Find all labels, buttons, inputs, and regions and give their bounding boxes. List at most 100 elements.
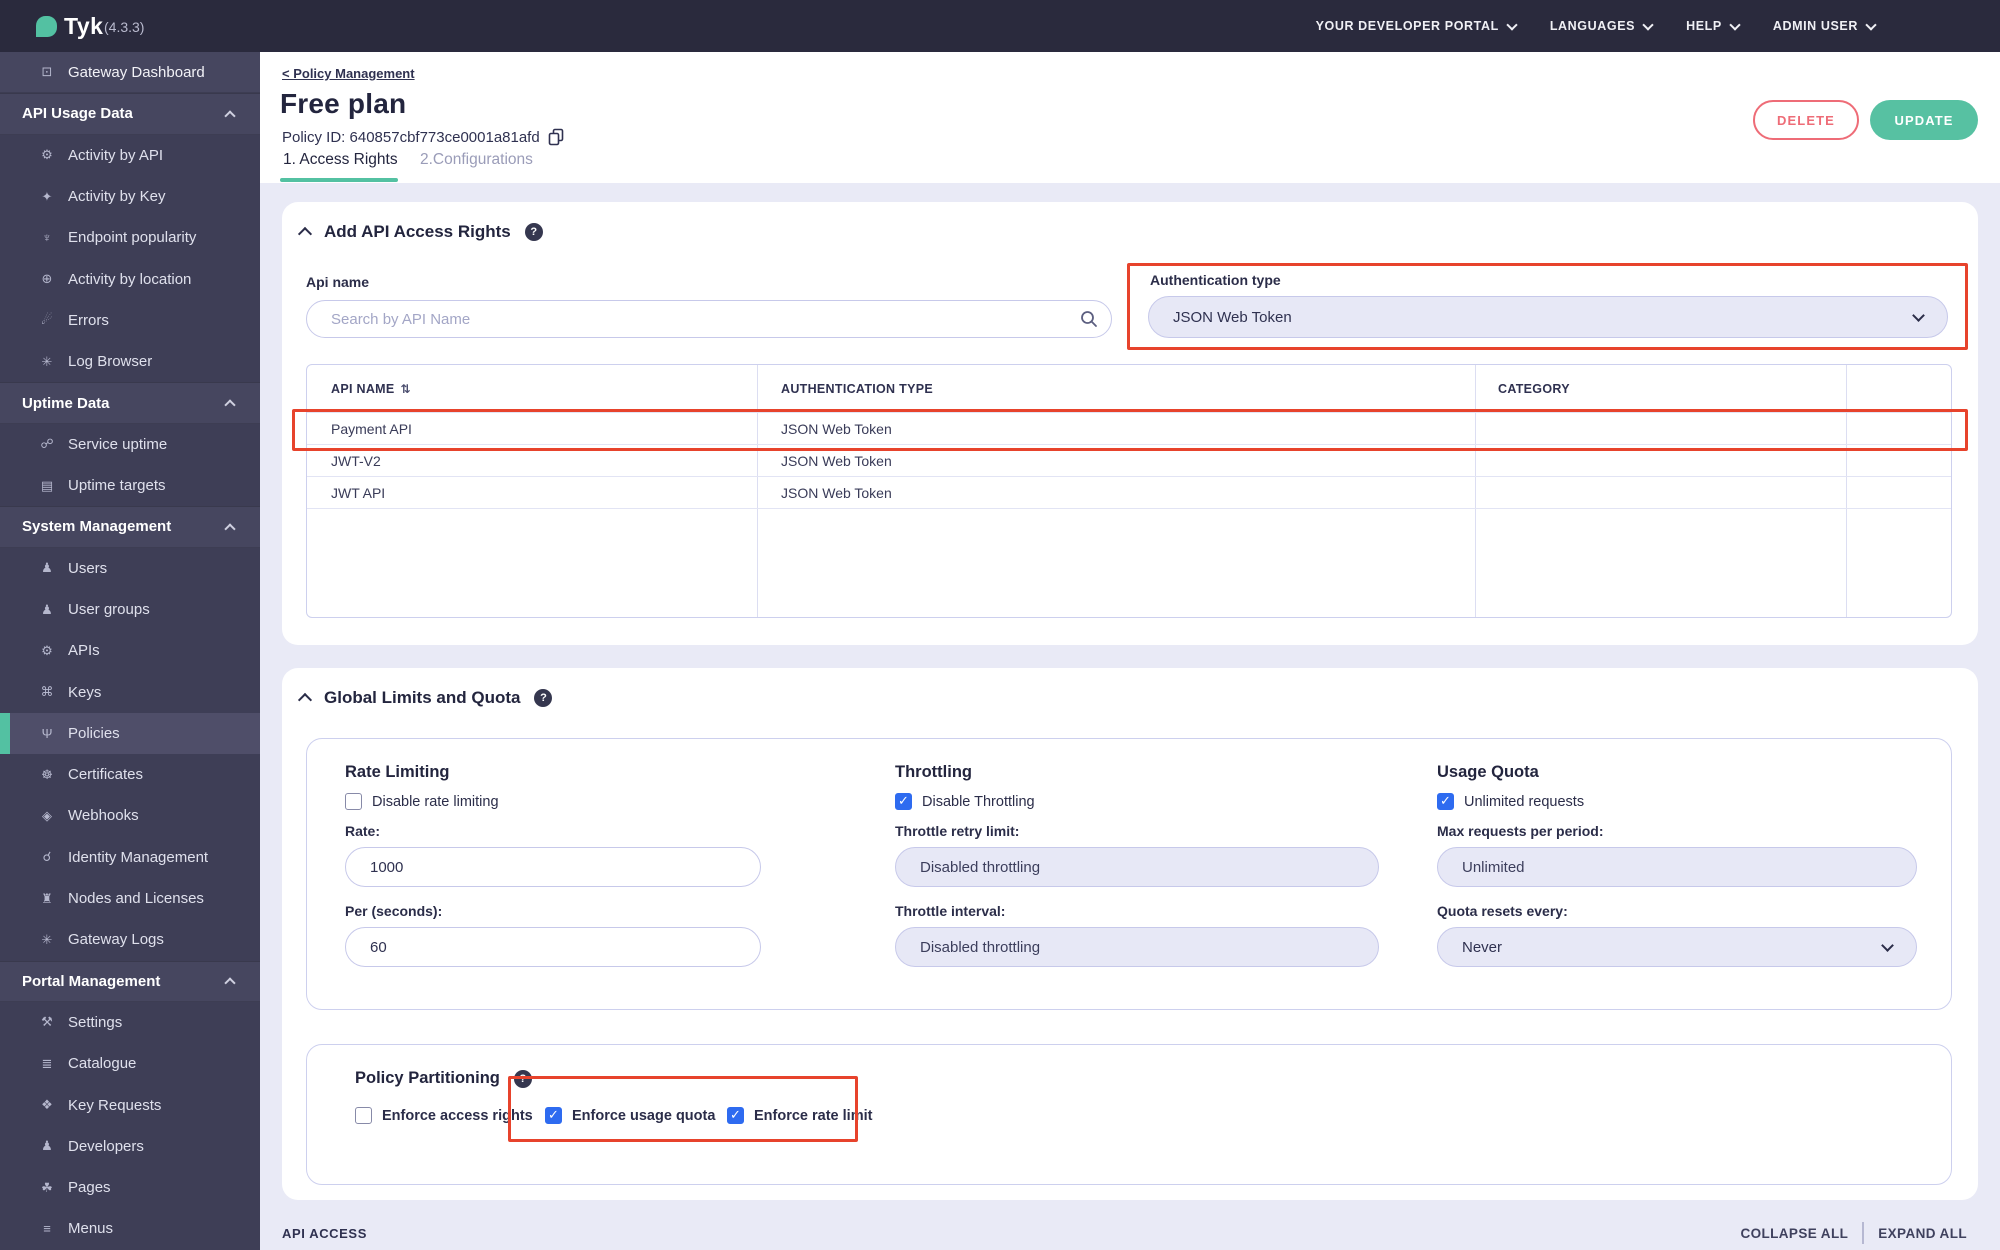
sidebar-item-users[interactable]: ♟ Users xyxy=(0,548,260,589)
unlimited-requests-row[interactable]: Unlimited requests xyxy=(1437,793,1584,810)
top-bar: Tyk (4.3.3) YOUR DEVELOPER PORTAL LANGUA… xyxy=(0,0,2000,52)
table-row-jwt-v2[interactable]: JWT-V2 JSON Web Token xyxy=(307,444,1951,476)
sidebar-item-certificates[interactable]: ☸ Certificates xyxy=(0,754,260,795)
sidebar-item-user-groups[interactable]: ♟ User groups xyxy=(0,589,260,630)
collapse-all-button[interactable]: COLLAPSE ALL xyxy=(1740,1226,1848,1241)
api-name-label: Api name xyxy=(306,274,370,290)
sidebar-section-uptime-data[interactable]: Uptime Data xyxy=(0,382,260,424)
nav-languages[interactable]: LANGUAGES xyxy=(1550,18,1654,33)
delete-button[interactable]: DELETE xyxy=(1753,100,1859,140)
collapse-chevron-icon[interactable] xyxy=(297,226,313,242)
table-row-payment-api[interactable]: Payment API JSON Web Token xyxy=(307,412,1951,444)
api-search-input[interactable] xyxy=(306,300,1112,338)
sidebar-item-service-uptime[interactable]: ☍ Service uptime xyxy=(0,424,260,465)
sidebar-item-menus[interactable]: ≡ Menus xyxy=(0,1208,260,1249)
fingerprint-icon: ☌ xyxy=(42,849,52,865)
enforce-rate-limit-row[interactable]: Enforce rate limit xyxy=(727,1107,872,1124)
nav-admin-user[interactable]: ADMIN USER xyxy=(1773,18,1877,33)
sidebar-item-developers[interactable]: ♟ Developers xyxy=(0,1126,260,1167)
max-requests-input xyxy=(1437,847,1917,887)
sidebar-item-apis[interactable]: ⚙ APIs xyxy=(0,630,260,671)
chevron-up-icon xyxy=(224,523,236,535)
enforce-usage-quota-row[interactable]: Enforce usage quota xyxy=(545,1107,715,1124)
column-header-api-name[interactable]: API NAME ⇅ xyxy=(331,365,411,413)
policy-partitioning-title: Policy Partitioning xyxy=(355,1069,500,1087)
page-title: Free plan xyxy=(280,88,407,119)
link-icon: ☍ xyxy=(40,436,54,452)
gears-icon: ⚙ xyxy=(41,642,53,658)
collapse-chevron-icon[interactable] xyxy=(297,692,313,708)
sidebar-item-activity-by-location[interactable]: ⊕ Activity by location xyxy=(0,258,260,299)
table-row-jwt-api[interactable]: JWT API JSON Web Token xyxy=(307,476,1951,508)
update-button[interactable]: UPDATE xyxy=(1870,100,1978,140)
sidebar-item-catalogue[interactable]: ≣ Catalogue xyxy=(0,1043,260,1084)
bell-icon: ◈ xyxy=(42,807,52,823)
copy-icon[interactable] xyxy=(548,128,564,146)
sidebar-item-endpoint-popularity[interactable]: ♆ Endpoint popularity xyxy=(0,217,260,258)
per-seconds-label: Per (seconds): xyxy=(345,903,443,919)
sidebar-item-errors[interactable]: ☄ Errors xyxy=(0,300,260,341)
key-icon: ✦ xyxy=(41,188,53,204)
wrench-icon: ⚒ xyxy=(41,1014,53,1030)
help-icon[interactable] xyxy=(534,689,553,707)
tab-access-rights[interactable]: 1. Access Rights xyxy=(283,151,398,169)
tab-configurations[interactable]: 2.Configurations xyxy=(420,151,533,169)
auth-type-select[interactable]: JSON Web Token xyxy=(1148,296,1948,338)
chevron-down-icon xyxy=(1881,939,1894,952)
nav-help[interactable]: HELP xyxy=(1686,18,1741,33)
plug-icon: Ψ xyxy=(41,725,53,741)
sidebar-section-api-usage-data[interactable]: API Usage Data xyxy=(0,93,260,135)
section-heading: Add API Access Rights xyxy=(324,222,511,241)
enforce-access-rights-row[interactable]: Enforce access rights xyxy=(355,1107,533,1124)
api-access-section-label[interactable]: API ACCESS xyxy=(282,1226,367,1241)
breadcrumb[interactable]: < Policy Management xyxy=(282,66,415,81)
sidebar-item-log-browser[interactable]: ✳ Log Browser xyxy=(0,341,260,382)
sidebar-item-gateway-dashboard[interactable]: ⊡ Gateway Dashboard xyxy=(0,52,260,94)
sidebar-item-activity-by-key[interactable]: ✦ Activity by Key xyxy=(0,176,260,217)
unlimited-requests-checkbox[interactable] xyxy=(1437,793,1454,810)
sidebar-item-key-requests[interactable]: ❖ Key Requests xyxy=(0,1084,260,1125)
enforce-usage-quota-checkbox[interactable] xyxy=(545,1107,562,1124)
chevron-down-icon xyxy=(1912,309,1925,322)
disable-rate-limiting-checkbox[interactable] xyxy=(345,793,362,810)
menu-icon: ≡ xyxy=(43,1221,51,1237)
version-label: (4.3.3) xyxy=(104,19,145,35)
sidebar-item-pages[interactable]: ☘ Pages xyxy=(0,1167,260,1208)
rate-input[interactable] xyxy=(345,847,761,887)
sidebar-item-nodes-and-licenses[interactable]: ♜ Nodes and Licenses xyxy=(0,878,260,919)
sidebar-item-policies[interactable]: Ψ Policies xyxy=(0,712,260,755)
bug-icon: ✳ xyxy=(41,353,53,369)
users-icon: ♟ xyxy=(41,601,53,617)
quota-resets-select[interactable]: Never xyxy=(1437,927,1917,967)
disable-throttling-checkbox[interactable] xyxy=(895,793,912,810)
help-icon[interactable] xyxy=(513,1069,532,1088)
sidebar-section-system-management[interactable]: System Management xyxy=(0,506,260,548)
disable-throttling-row[interactable]: Disable Throttling xyxy=(895,793,1035,810)
nav-developer-portal[interactable]: YOUR DEVELOPER PORTAL xyxy=(1316,18,1518,33)
column-header-category: CATEGORY xyxy=(1498,382,1570,396)
search-icon xyxy=(1081,311,1097,327)
sidebar-item-gateway-logs[interactable]: ✳ Gateway Logs xyxy=(0,919,260,960)
enforce-access-rights-checkbox[interactable] xyxy=(355,1107,372,1124)
bank-icon: ♜ xyxy=(41,890,53,906)
help-icon[interactable] xyxy=(524,223,543,241)
policy-id: Policy ID: 640857cbf773ce0001a81afd xyxy=(282,128,564,146)
sidebar-item-activity-by-api[interactable]: ⚙ Activity by API xyxy=(0,135,260,176)
sidebar-item-identity-management[interactable]: ☌ Identity Management xyxy=(0,837,260,878)
brand-logo[interactable]: Tyk xyxy=(64,13,103,40)
enforce-rate-limit-checkbox[interactable] xyxy=(727,1107,744,1124)
expand-all-button[interactable]: EXPAND ALL xyxy=(1878,1226,1967,1241)
sidebar-item-settings[interactable]: ⚒ Settings xyxy=(0,1002,260,1043)
sidebar-item-uptime-targets[interactable]: ▤ Uptime targets xyxy=(0,465,260,506)
sidebar-item-keys[interactable]: ⌘ Keys xyxy=(0,671,260,712)
sidebar-item-webhooks[interactable]: ◈ Webhooks xyxy=(0,795,260,836)
sort-icon[interactable]: ⇅ xyxy=(401,382,411,396)
chevron-up-icon xyxy=(224,110,236,122)
sidebar-section-portal-management[interactable]: Portal Management xyxy=(0,960,260,1002)
per-seconds-input[interactable] xyxy=(345,927,761,967)
user-icon: ♟ xyxy=(41,560,53,576)
catalogue-icon: ≣ xyxy=(41,1055,53,1071)
disable-rate-limiting-row[interactable]: Disable rate limiting xyxy=(345,793,499,810)
globe-icon: ⊕ xyxy=(41,271,53,287)
footer-divider xyxy=(1862,1222,1865,1244)
